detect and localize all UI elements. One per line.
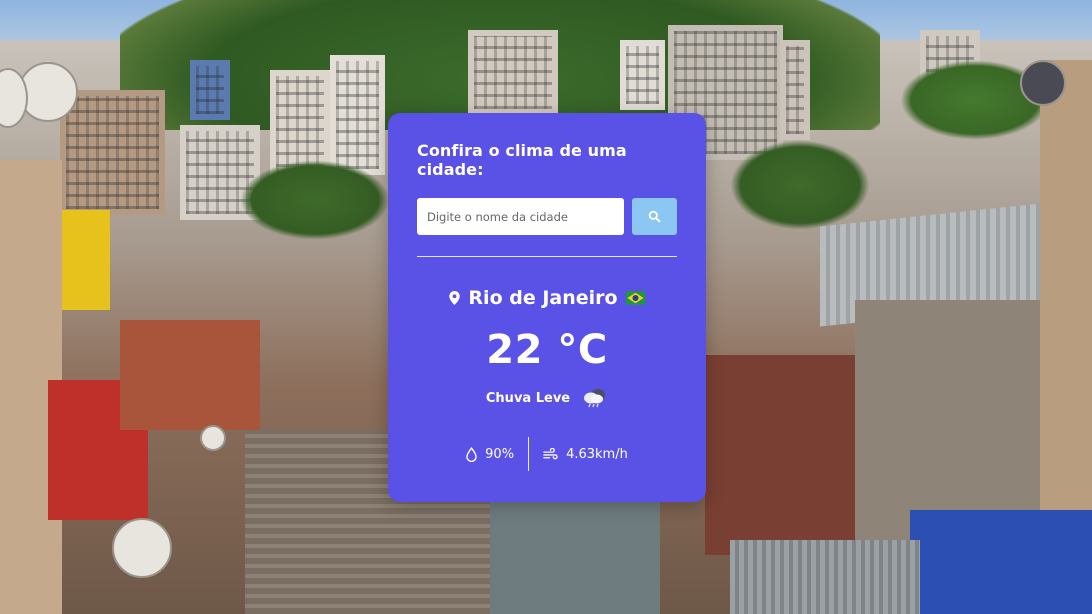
search-button[interactable] — [632, 198, 677, 235]
satellite-dish — [112, 518, 172, 578]
roof-tiles — [120, 320, 260, 430]
rooftop-center — [490, 500, 660, 614]
building — [330, 55, 385, 175]
droplet-icon — [466, 446, 477, 462]
temperature: 22 °C — [417, 327, 677, 373]
wind-value: 4.63km/h — [566, 446, 628, 462]
brick-building — [705, 355, 855, 555]
yellow-wall — [62, 210, 110, 310]
location-pin-icon — [449, 291, 461, 305]
divider — [417, 256, 677, 257]
search-form — [417, 198, 677, 235]
description-row: Chuva Leve — [417, 387, 677, 409]
brazil-flag-icon — [625, 291, 645, 305]
humidity-value: 90% — [485, 446, 515, 462]
temperature-value: 22 — [486, 327, 543, 373]
form-title: Confira o clima de uma cidade: — [417, 141, 627, 179]
trees-right — [730, 140, 870, 230]
search-icon — [648, 210, 661, 223]
city-row: Rio de Janeiro — [417, 287, 677, 309]
weather-description: Chuva Leve — [485, 390, 571, 406]
rain-cloud-icon — [584, 389, 606, 408]
temperature-unit: °C — [557, 327, 608, 373]
weather-card: Confira o clima de uma cidade: Rio de Ja… — [388, 113, 706, 502]
satellite-dish — [1020, 60, 1066, 106]
wind: 4.63km/h — [529, 447, 642, 462]
city-name: Rio de Janeiro — [468, 287, 618, 309]
building — [780, 40, 810, 140]
roof-front-right — [730, 540, 920, 614]
blue-roof — [910, 510, 1092, 614]
satellite-dish — [200, 425, 226, 451]
building — [468, 30, 558, 115]
building — [60, 90, 165, 215]
wind-icon — [543, 448, 558, 460]
building — [620, 40, 665, 110]
building — [190, 60, 230, 120]
trees-left — [240, 160, 390, 240]
humidity: 90% — [452, 446, 528, 462]
city-search-input[interactable] — [417, 198, 624, 235]
weather-stats: 90% 4.63km/h — [417, 437, 677, 471]
